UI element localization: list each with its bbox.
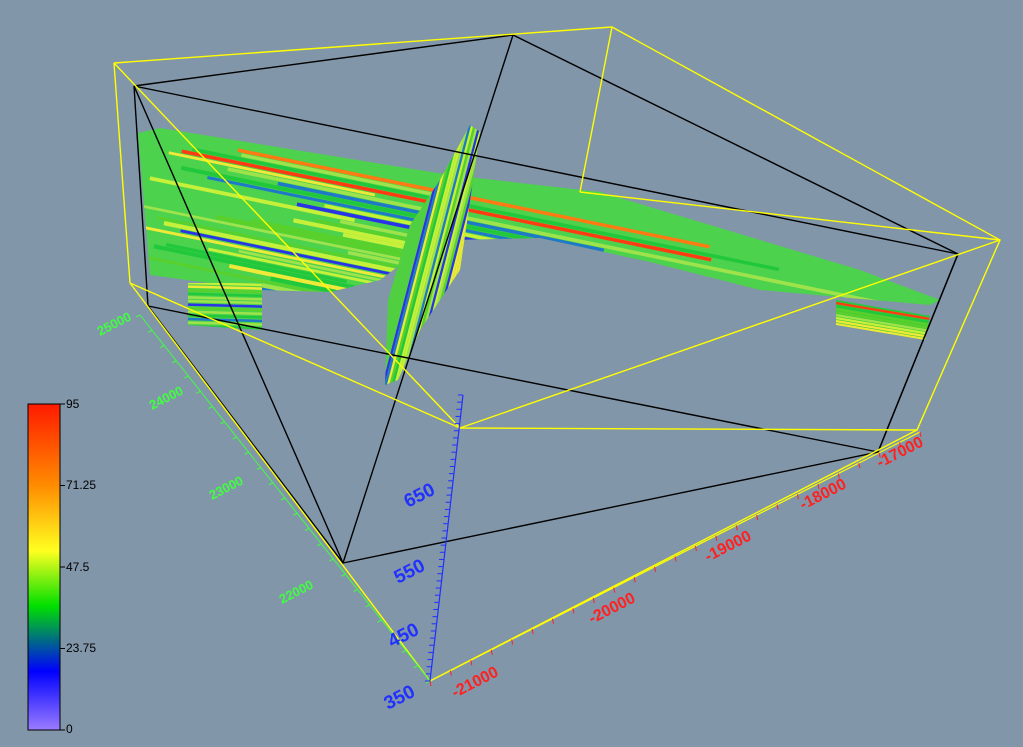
3d-viewport[interactable]: 25000 24000 23000 22000 -21000 -20000 -19000-… [0, 0, 1023, 747]
axis-tick-label: 25000 [95, 309, 134, 339]
y-axis-tick [317, 543, 322, 547]
y-axis-tick [268, 482, 274, 486]
y-axis-tick [172, 360, 177, 364]
y-axis-tick [353, 589, 358, 592]
axis-tick-label: 350 [381, 681, 419, 714]
x-axis-tick [470, 660, 473, 666]
y-axis-tick [365, 604, 370, 608]
cross-slice [385, 125, 480, 385]
axis-tick-label: 550 [391, 555, 429, 588]
x-axis-tick [654, 566, 657, 572]
x-axis-tick [572, 608, 575, 614]
y-axis-tick [292, 512, 298, 516]
y-axis-tick [159, 345, 165, 348]
bounding-box [113, 26, 1001, 682]
y-axis-tick [147, 329, 153, 333]
axis-tick-label: 24000 [147, 383, 186, 413]
x-axis-tick [429, 680, 432, 687]
x-axis-tick [674, 556, 677, 562]
x-axis-tick [776, 504, 779, 510]
x-axis-tick [511, 639, 514, 645]
y-axis-tick [135, 314, 141, 318]
y-axis-tick [377, 619, 382, 623]
y-axis-tick [304, 528, 310, 531]
x-axis-tick [919, 431, 922, 438]
y-axis-tick [232, 436, 237, 440]
legend-bar [27, 403, 61, 731]
y-axis-tick [256, 467, 262, 470]
x-axis-tick [613, 587, 616, 593]
color-legend [27, 403, 65, 731]
axis-tick-label: -21000 [449, 664, 501, 702]
3d-scene[interactable]: 25000240002300022000 -21000-20000-19000-… [0, 0, 1023, 747]
x-axis-tick [592, 597, 595, 604]
y-axis-tick [208, 406, 213, 409]
axis-tick-label: 450 [385, 619, 423, 652]
axis-tick-label: -19000 [702, 528, 754, 566]
x-axis: -21000-20000-19000-18000-17000 [429, 431, 926, 702]
z-axis: 350 450 550 650 [381, 394, 464, 714]
y-axis-tick [413, 665, 419, 669]
axis-tick-label: -20000 [586, 590, 638, 628]
x-axis-tick [756, 514, 759, 521]
y-axis-tick [341, 573, 346, 577]
axis-tick-label: 23000 [207, 473, 246, 503]
x-axis-tick [694, 546, 697, 552]
axis-tick-label: 650 [401, 479, 439, 512]
x-axis-tick [552, 618, 554, 624]
x-axis-tick [531, 629, 534, 635]
long-slice [138, 128, 940, 340]
y-axis-tick [184, 375, 189, 379]
y-axis-tick [329, 558, 334, 562]
y-axis-tick [244, 451, 249, 455]
x-axis-tick [633, 577, 636, 583]
axis-tick-label: 22000 [277, 577, 316, 607]
volume-slices [138, 125, 940, 385]
y-axis-tick [196, 390, 201, 394]
x-axis-tick [858, 463, 861, 469]
x-axis-tick [735, 525, 738, 531]
y-axis-tick [280, 497, 286, 501]
y-axis: 25000 24000 23000 22000 [95, 309, 431, 684]
x-axis-tick [490, 649, 493, 655]
y-axis-tick [220, 421, 225, 425]
x-axis-tick [715, 535, 718, 541]
y-axis-tick [401, 650, 407, 653]
x-axis-tick [449, 670, 452, 676]
